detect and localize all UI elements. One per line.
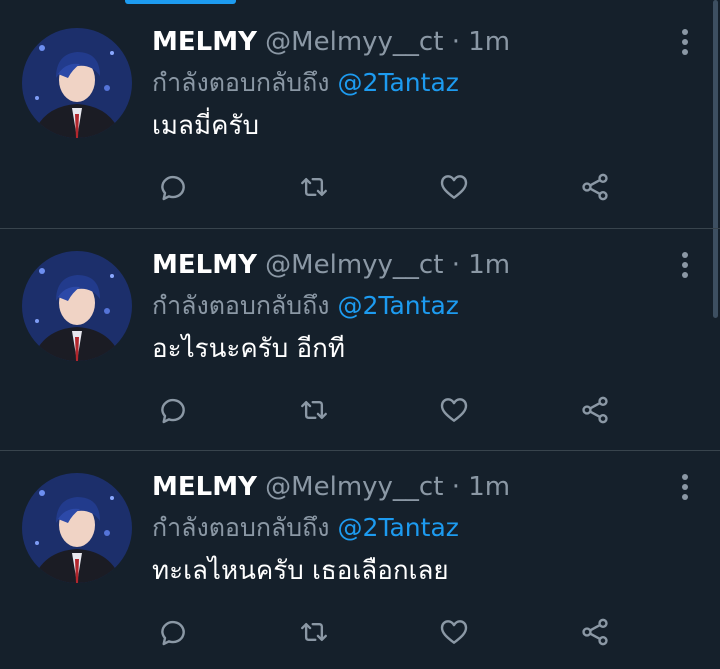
- handle[interactable]: @Melmyy__ct: [265, 472, 443, 502]
- reply-mention[interactable]: @2Tantaz: [337, 68, 458, 97]
- avatar[interactable]: [22, 251, 132, 361]
- avatar[interactable]: [22, 28, 132, 138]
- display-name[interactable]: MELMY: [152, 250, 257, 280]
- separator: ·: [451, 27, 460, 57]
- retweet-icon[interactable]: [295, 391, 333, 429]
- retweet-icon[interactable]: [295, 613, 333, 651]
- tweet-actions: [152, 168, 632, 208]
- reply-prefix: กำลังตอบกลับถึง: [152, 513, 330, 542]
- tweet-text: อะไรนะครับ อีกที: [152, 334, 345, 364]
- tweet-body: MELMY @Melmyy__ct · 1m กำลังตอบกลับถึง @…: [152, 245, 700, 371]
- share-icon[interactable]: [576, 168, 614, 206]
- reply-context: กำลังตอบกลับถึง @2Tantaz: [152, 285, 700, 327]
- tweet-card[interactable]: MELMY @Melmyy__ct · 1m กำลังตอบกลับถึง @…: [0, 451, 720, 669]
- reply-icon[interactable]: [154, 613, 192, 651]
- reply-icon[interactable]: [154, 168, 192, 206]
- more-vertical-icon[interactable]: [680, 251, 690, 279]
- separator: ·: [451, 472, 460, 502]
- tweet-body: MELMY @Melmyy__ct · 1m กำลังตอบกลับถึง @…: [152, 22, 700, 148]
- tweet-header: MELMY @Melmyy__ct · 1m: [152, 245, 700, 285]
- reply-icon[interactable]: [154, 391, 192, 429]
- heart-icon[interactable]: [435, 613, 473, 651]
- share-icon[interactable]: [576, 613, 614, 651]
- tweet-text: ทะเลไหนครับ เธอเลือกเลย: [152, 556, 449, 586]
- tweet-header: MELMY @Melmyy__ct · 1m: [152, 22, 700, 62]
- separator: ·: [451, 250, 460, 280]
- display-name[interactable]: MELMY: [152, 27, 257, 57]
- reply-mention[interactable]: @2Tantaz: [337, 513, 458, 542]
- timestamp[interactable]: 1m: [468, 250, 510, 280]
- heart-icon[interactable]: [435, 391, 473, 429]
- tweet-card[interactable]: MELMY @Melmyy__ct · 1m กำลังตอบกลับถึง @…: [0, 0, 720, 229]
- more-vertical-icon[interactable]: [680, 473, 690, 501]
- reply-context: กำลังตอบกลับถึง @2Tantaz: [152, 62, 700, 104]
- tweet-text: เมลมี่ครับ: [152, 111, 259, 141]
- heart-icon[interactable]: [435, 168, 473, 206]
- handle[interactable]: @Melmyy__ct: [265, 250, 443, 280]
- timestamp[interactable]: 1m: [468, 27, 510, 57]
- tweet-actions: [152, 613, 632, 653]
- tweet-header: MELMY @Melmyy__ct · 1m: [152, 467, 700, 507]
- tweet-body: MELMY @Melmyy__ct · 1m กำลังตอบกลับถึง @…: [152, 467, 700, 593]
- more-vertical-icon[interactable]: [680, 28, 690, 56]
- reply-context: กำลังตอบกลับถึง @2Tantaz: [152, 507, 700, 549]
- reply-prefix: กำลังตอบกลับถึง: [152, 291, 330, 320]
- display-name[interactable]: MELMY: [152, 472, 257, 502]
- retweet-icon[interactable]: [295, 168, 333, 206]
- tweet-card[interactable]: MELMY @Melmyy__ct · 1m กำลังตอบกลับถึง @…: [0, 229, 720, 451]
- avatar[interactable]: [22, 473, 132, 583]
- handle[interactable]: @Melmyy__ct: [265, 27, 443, 57]
- reply-mention[interactable]: @2Tantaz: [337, 291, 458, 320]
- reply-prefix: กำลังตอบกลับถึง: [152, 68, 330, 97]
- tweet-actions: [152, 391, 632, 431]
- timestamp[interactable]: 1m: [468, 472, 510, 502]
- share-icon[interactable]: [576, 391, 614, 429]
